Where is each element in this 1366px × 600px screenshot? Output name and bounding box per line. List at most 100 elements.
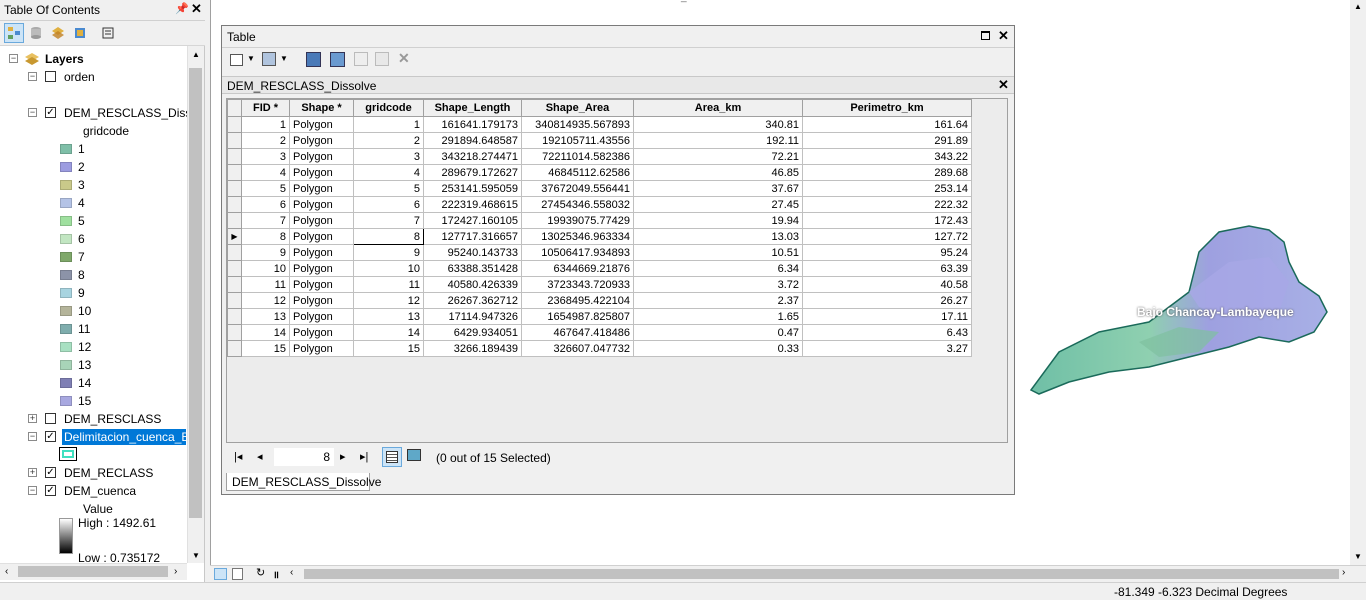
table-cell[interactable]: 7: [353, 212, 424, 229]
table-cell[interactable]: 9: [353, 244, 424, 261]
table-cell[interactable]: 326607.047732: [521, 340, 634, 357]
table-window-titlebar[interactable]: Table ✕: [222, 26, 1014, 48]
list-by-visibility-icon[interactable]: [48, 23, 68, 43]
table-row[interactable]: 4 Polygon 4 289679.172627 46845112.62586 46.8…: [227, 164, 972, 181]
map-hscroll-thumb[interactable]: [304, 569, 1339, 579]
table-cell[interactable]: 37672049.556441: [521, 180, 634, 197]
legend-class-item[interactable]: 14: [0, 374, 187, 392]
collapse-icon[interactable]: −: [28, 486, 37, 495]
table-cell[interactable]: 40580.426339: [423, 276, 522, 293]
row-selector[interactable]: [227, 212, 242, 229]
table-cell[interactable]: 172.43: [802, 212, 972, 229]
column-header[interactable]: Perimetro_km: [802, 99, 972, 117]
list-by-source-icon[interactable]: [26, 23, 46, 43]
next-record-icon[interactable]: ▸: [340, 450, 346, 463]
table-bottom-tab[interactable]: DEM_RESCLASS_Dissolve: [226, 473, 381, 491]
visibility-checkbox[interactable]: [45, 413, 56, 424]
class-color-swatch[interactable]: [60, 234, 72, 244]
class-color-swatch[interactable]: [60, 288, 72, 298]
class-color-swatch[interactable]: [60, 360, 72, 370]
layer-dem-reclass[interactable]: + ✓ DEM_RECLASS: [0, 464, 187, 482]
table-cell[interactable]: 11: [241, 276, 290, 293]
layer-dem-resclass[interactable]: + DEM_RESCLASS: [0, 410, 187, 428]
table-cell[interactable]: 37.67: [633, 180, 803, 197]
row-selector[interactable]: [227, 164, 242, 181]
table-cell[interactable]: 172427.160105: [423, 212, 522, 229]
table-cell[interactable]: 127717.316657: [423, 228, 522, 245]
table-cell[interactable]: 15: [353, 340, 424, 357]
toc-hscroll-thumb[interactable]: [18, 566, 168, 577]
table-row[interactable]: 6 Polygon 6 222319.468615 27454346.558032 27.…: [227, 196, 972, 213]
table-row[interactable]: 7 Polygon 7 172427.160105 19939075.77429 19.9…: [227, 212, 972, 229]
table-cell[interactable]: 3266.189439: [423, 340, 522, 357]
table-cell[interactable]: 0.47: [633, 324, 803, 341]
table-cell[interactable]: Polygon: [289, 132, 354, 149]
table-cell[interactable]: 14: [353, 324, 424, 341]
first-record-icon[interactable]: |◂: [234, 450, 242, 463]
table-cell[interactable]: 289.68: [802, 164, 972, 181]
table-cell[interactable]: 1: [353, 116, 424, 133]
table-cell[interactable]: 343.22: [802, 148, 972, 165]
table-row[interactable]: 10 Polygon 10 63388.351428 6344669.21876 6.34…: [227, 260, 972, 277]
row-selector[interactable]: [227, 116, 242, 133]
toc-scroll-thumb[interactable]: [189, 68, 202, 518]
table-cell[interactable]: Polygon: [289, 292, 354, 309]
column-header[interactable]: gridcode: [353, 99, 424, 117]
table-cell[interactable]: 161641.179173: [423, 116, 522, 133]
table-cell[interactable]: 7: [241, 212, 290, 229]
table-cell[interactable]: 46845112.62586: [521, 164, 634, 181]
maximize-icon[interactable]: [981, 31, 990, 40]
layer-dem-resclass-dissolve[interactable]: − ✓ DEM_RESCLASS_Dissolve: [0, 104, 187, 122]
table-cell[interactable]: 6: [353, 196, 424, 213]
list-by-selection-icon[interactable]: [70, 23, 90, 43]
legend-class-item[interactable]: 9: [0, 284, 187, 302]
row-selector[interactable]: [227, 324, 242, 341]
show-selected-records-icon[interactable]: [407, 449, 421, 461]
close-icon[interactable]: ✕: [998, 28, 1009, 44]
table-row[interactable]: 2 Polygon 2 291894.648587 192105711.43556 192…: [227, 132, 972, 149]
scroll-left-icon[interactable]: ‹: [290, 567, 293, 578]
table-cell[interactable]: 26267.362712: [423, 292, 522, 309]
close-table-icon[interactable]: ✕: [998, 77, 1009, 93]
table-cell[interactable]: Polygon: [289, 340, 354, 357]
table-cell[interactable]: 15: [241, 340, 290, 357]
legend-class-item[interactable]: 1: [0, 140, 187, 158]
table-row[interactable]: ▶ 8 Polygon 8 127717.316657 13025346.963334 13…: [227, 228, 972, 245]
scroll-right-icon[interactable]: ›: [1342, 567, 1345, 578]
legend-class-item[interactable]: 10: [0, 302, 187, 320]
table-cell[interactable]: Polygon: [289, 324, 354, 341]
column-header[interactable]: Shape_Length: [423, 99, 522, 117]
legend-class-item[interactable]: 12: [0, 338, 187, 356]
collapse-icon[interactable]: −: [28, 108, 37, 117]
collapse-icon[interactable]: −: [9, 54, 18, 63]
layout-view-icon[interactable]: [232, 568, 243, 580]
table-cell[interactable]: 291894.648587: [423, 132, 522, 149]
table-cell[interactable]: 95.24: [802, 244, 972, 261]
table-cell[interactable]: 12: [241, 292, 290, 309]
table-cell[interactable]: 17.11: [802, 308, 972, 325]
layer-orden[interactable]: − orden: [0, 68, 187, 86]
table-row[interactable]: 12 Polygon 12 26267.362712 2368495.422104 2.3…: [227, 292, 972, 309]
table-cell[interactable]: Polygon: [289, 148, 354, 165]
row-selector[interactable]: [227, 292, 242, 309]
row-selector[interactable]: [227, 244, 242, 261]
polygon-symbol-icon[interactable]: [59, 447, 77, 461]
table-cell[interactable]: 1654987.825807: [521, 308, 634, 325]
class-color-swatch[interactable]: [60, 378, 72, 388]
table-cell[interactable]: 8: [241, 228, 290, 245]
class-color-swatch[interactable]: [60, 270, 72, 280]
table-options-icon[interactable]: [230, 54, 243, 66]
refresh-icon[interactable]: ↻: [256, 566, 265, 579]
table-row[interactable]: 13 Polygon 13 17114.947326 1654987.825807 1.6…: [227, 308, 972, 325]
table-cell[interactable]: 192.11: [633, 132, 803, 149]
select-by-attributes-icon[interactable]: [306, 52, 321, 67]
map-vertical-scrollbar[interactable]: ▲ ▼: [1350, 0, 1366, 565]
column-header[interactable]: Area_km: [633, 99, 803, 117]
table-cell[interactable]: 2: [353, 132, 424, 149]
class-color-swatch[interactable]: [60, 342, 72, 352]
table-cell[interactable]: Polygon: [289, 244, 354, 261]
legend-class-item[interactable]: 11: [0, 320, 187, 338]
table-cell[interactable]: 13.03: [633, 228, 803, 245]
close-icon[interactable]: ✕: [191, 1, 202, 17]
column-header[interactable]: FID *: [241, 99, 290, 117]
